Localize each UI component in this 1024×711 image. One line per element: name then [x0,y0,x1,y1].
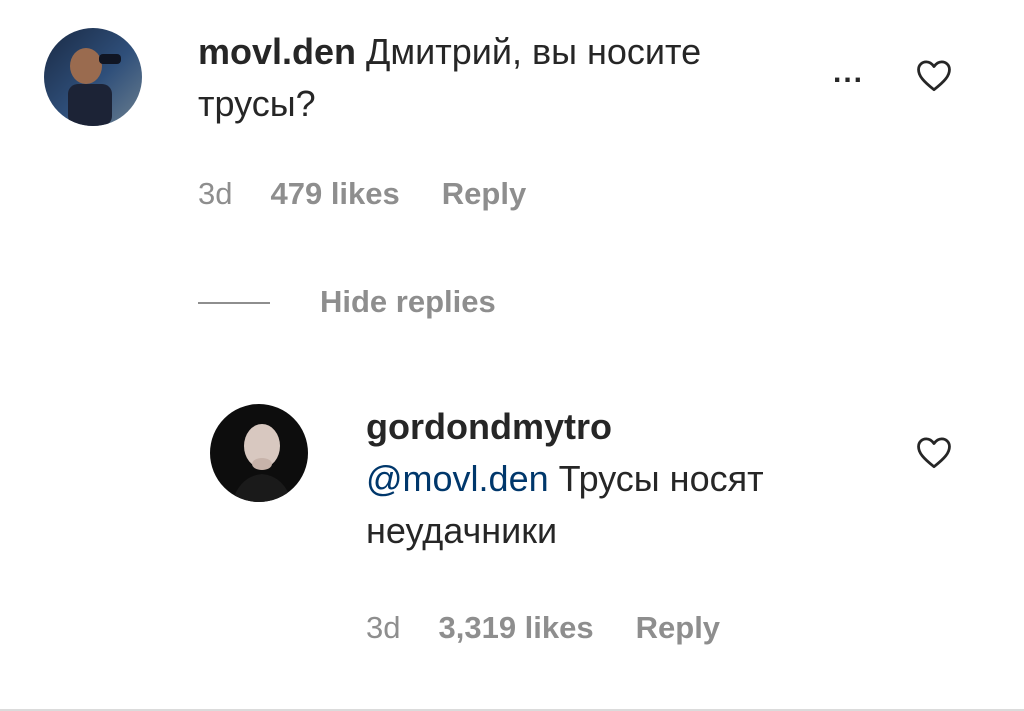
commenter-avatar[interactable] [44,28,142,126]
reply-text-line2: неудачники [366,510,558,551]
comment-time: 3d [198,176,233,211]
comment-text-line2: трусы? [198,83,316,124]
comment-username[interactable]: movl.den [198,31,356,72]
comment-likes[interactable]: 479 likes [270,176,399,212]
more-options-icon[interactable]: ... [833,56,864,90]
replier-avatar-image [210,404,308,502]
reply-body: gordondmytro @movl.den Трусы носят неуда… [366,401,886,557]
commenter-avatar-image [44,28,142,126]
reply-meta: 3d 3,319 likes Reply [366,610,720,646]
heart-icon[interactable] [915,435,953,469]
reply-reply-button[interactable]: Reply [636,610,720,646]
reply-likes[interactable]: 3,319 likes [438,610,593,646]
comment-body: movl.den Дмитрий, вы носите трусы? [198,26,798,130]
replier-avatar[interactable] [210,404,308,502]
hide-replies-button[interactable]: Hide replies [320,284,496,320]
comment-reply-button[interactable]: Reply [442,176,526,212]
reply-text-line1: Трусы носят [548,458,764,499]
reply-mention-link[interactable]: @movl.den [366,458,549,499]
comment-text-line1: Дмитрий, вы носите [366,31,702,72]
reply-time: 3d [366,610,401,645]
comment-meta: 3d 479 likes Reply [198,176,526,212]
reply-username[interactable]: gordondmytro [366,406,612,447]
hide-replies-divider [198,302,270,304]
heart-icon[interactable] [915,58,953,92]
